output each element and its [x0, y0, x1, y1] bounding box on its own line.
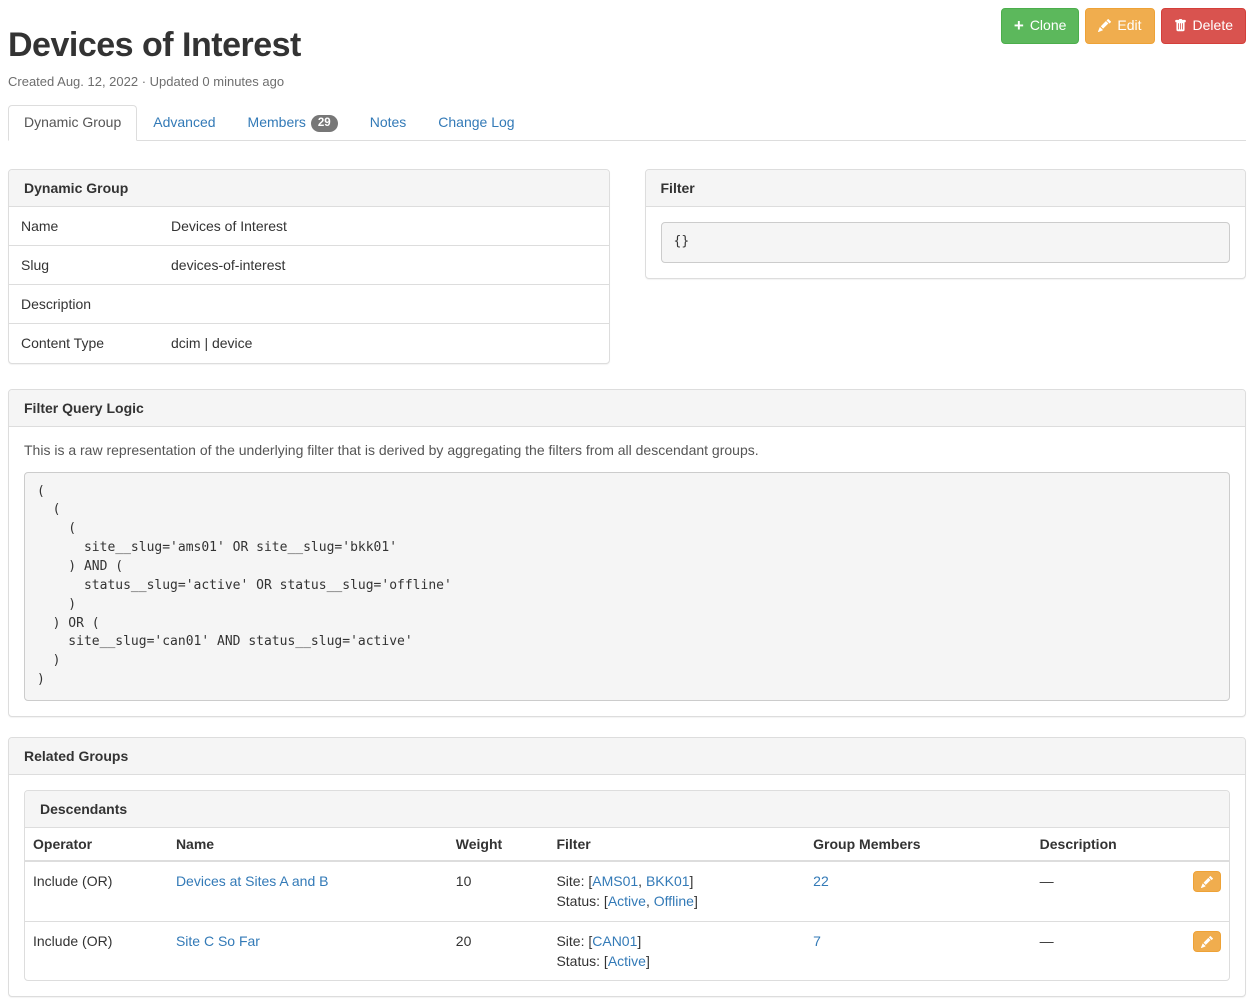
descendants-table-row: Include (OR) Site C So Far 20 Site: [CAN… — [25, 921, 1229, 980]
column-header-filter: Filter — [548, 828, 805, 861]
filter-panel: Filter {} — [645, 169, 1247, 279]
group-name-cell: Devices at Sites A and B — [168, 861, 448, 921]
attr-label: Name — [9, 207, 159, 246]
pencil-icon — [1098, 19, 1111, 32]
filter-line: Status: [Active] — [556, 951, 797, 971]
created-updated-meta: Created Aug. 12, 2022 · Updated 0 minute… — [8, 74, 1246, 89]
trash-icon — [1174, 19, 1187, 32]
filter-value-link[interactable]: Active — [608, 893, 646, 909]
clone-button[interactable]: + Clone — [1001, 8, 1080, 44]
attr-value: devices-of-interest — [159, 246, 609, 285]
attr-label: Content Type — [9, 324, 159, 363]
description-cell: — — [1032, 861, 1183, 921]
group-name-link[interactable]: Site C So Far — [176, 933, 260, 949]
clone-button-label: Clone — [1030, 16, 1067, 36]
right-column: Filter {} — [645, 169, 1247, 279]
delete-button-label: Delete — [1193, 16, 1233, 36]
filter-value-link[interactable]: Active — [608, 953, 646, 969]
attr-row: Content Type dcim | device — [9, 324, 609, 363]
weight-cell: 20 — [448, 921, 549, 980]
row-actions-cell — [1183, 861, 1229, 921]
column-header-name: Name — [168, 828, 448, 861]
attr-row: Description — [9, 285, 609, 324]
row-edit-button[interactable] — [1193, 871, 1221, 892]
filter-query-logic-code-block: ( ( ( site__slug='ams01' OR site__slug='… — [24, 472, 1230, 701]
filter-query-logic-title: Filter Query Logic — [9, 390, 1245, 427]
descendants-panel: Descendants OperatorNameWeightFilterGrou… — [24, 790, 1230, 981]
group-name-link[interactable]: Devices at Sites A and B — [176, 873, 329, 889]
attr-value — [159, 285, 609, 324]
column-header-description: Description — [1032, 828, 1183, 861]
group-members-link[interactable]: 22 — [813, 873, 829, 889]
filter-cell: Site: [CAN01]Status: [Active] — [548, 921, 805, 980]
group-name-cell: Site C So Far — [168, 921, 448, 980]
group-members-cell: 22 — [805, 861, 1032, 921]
dynamic-group-panel: Dynamic Group Name Devices of Interest S… — [8, 169, 610, 364]
attr-row: Name Devices of Interest — [9, 207, 609, 246]
tab-advanced[interactable]: Advanced — [137, 105, 231, 140]
edit-button[interactable]: Edit — [1085, 8, 1154, 44]
filter-query-logic-panel: Filter Query Logic This is a raw represe… — [8, 389, 1246, 717]
group-members-cell: 7 — [805, 921, 1032, 980]
dynamic-group-attr-table: Name Devices of Interest Slug devices-of… — [9, 207, 609, 363]
descendants-table-row: Include (OR) Devices at Sites A and B 10… — [25, 861, 1229, 921]
overview-row: Dynamic Group Name Devices of Interest S… — [8, 169, 1246, 364]
filter-line: Site: [AMS01, BKK01] — [556, 871, 797, 891]
pencil-icon — [1201, 936, 1213, 948]
related-groups-title: Related Groups — [9, 738, 1245, 775]
plus-icon: + — [1014, 19, 1024, 32]
tab-dynamic-group[interactable]: Dynamic Group — [8, 105, 137, 140]
attr-row: Slug devices-of-interest — [9, 246, 609, 285]
attr-label: Description — [9, 285, 159, 324]
attr-label: Slug — [9, 246, 159, 285]
dynamic-group-detail-page: + Clone Edit Delete Devices of Interest … — [0, 0, 1254, 997]
attr-value: Devices of Interest — [159, 207, 609, 246]
left-column: Dynamic Group Name Devices of Interest S… — [8, 169, 610, 364]
filter-value-link[interactable]: CAN01 — [592, 933, 637, 949]
row-actions-cell — [1183, 921, 1229, 980]
row-edit-button[interactable] — [1193, 931, 1221, 952]
members-count-badge: 29 — [311, 115, 338, 132]
filter-cell: Site: [AMS01, BKK01]Status: [Active, Off… — [548, 861, 805, 921]
descendants-title: Descendants — [25, 791, 1229, 828]
tab-members[interactable]: Members29 — [232, 105, 354, 140]
description-cell: — — [1032, 921, 1183, 980]
column-header-operator: Operator — [25, 828, 168, 861]
descendants-table-header: OperatorNameWeightFilterGroup MembersDes… — [25, 828, 1229, 861]
related-groups-panel: Related Groups Descendants OperatorNameW… — [8, 737, 1246, 997]
filter-value-link[interactable]: BKK01 — [646, 873, 690, 889]
edit-button-label: Edit — [1117, 16, 1141, 36]
filter-query-logic-description: This is a raw representation of the unde… — [24, 442, 1230, 458]
filter-code-block: {} — [661, 222, 1231, 263]
filter-line: Status: [Active, Offline] — [556, 891, 797, 911]
tab-change-log[interactable]: Change Log — [422, 105, 530, 140]
filter-panel-title: Filter — [646, 170, 1246, 207]
filter-value-link[interactable]: AMS01 — [592, 873, 638, 889]
filter-value-link[interactable]: Offline — [654, 893, 694, 909]
descendants-table: OperatorNameWeightFilterGroup MembersDes… — [25, 828, 1229, 980]
operator-cell: Include (OR) — [25, 861, 168, 921]
column-header-group-members: Group Members — [805, 828, 1032, 861]
operator-cell: Include (OR) — [25, 921, 168, 980]
group-members-link[interactable]: 7 — [813, 933, 821, 949]
weight-cell: 10 — [448, 861, 549, 921]
column-header-actions — [1183, 828, 1229, 861]
dynamic-group-panel-title: Dynamic Group — [9, 170, 609, 207]
tab-notes[interactable]: Notes — [354, 105, 423, 140]
attr-value: dcim | device — [159, 324, 609, 363]
action-buttons: + Clone Edit Delete — [1001, 8, 1246, 44]
delete-button[interactable]: Delete — [1161, 8, 1246, 44]
filter-line: Site: [CAN01] — [556, 931, 797, 951]
column-header-weight: Weight — [448, 828, 549, 861]
detail-tabs: Dynamic GroupAdvancedMembers29NotesChang… — [8, 105, 1246, 141]
pencil-icon — [1201, 876, 1213, 888]
